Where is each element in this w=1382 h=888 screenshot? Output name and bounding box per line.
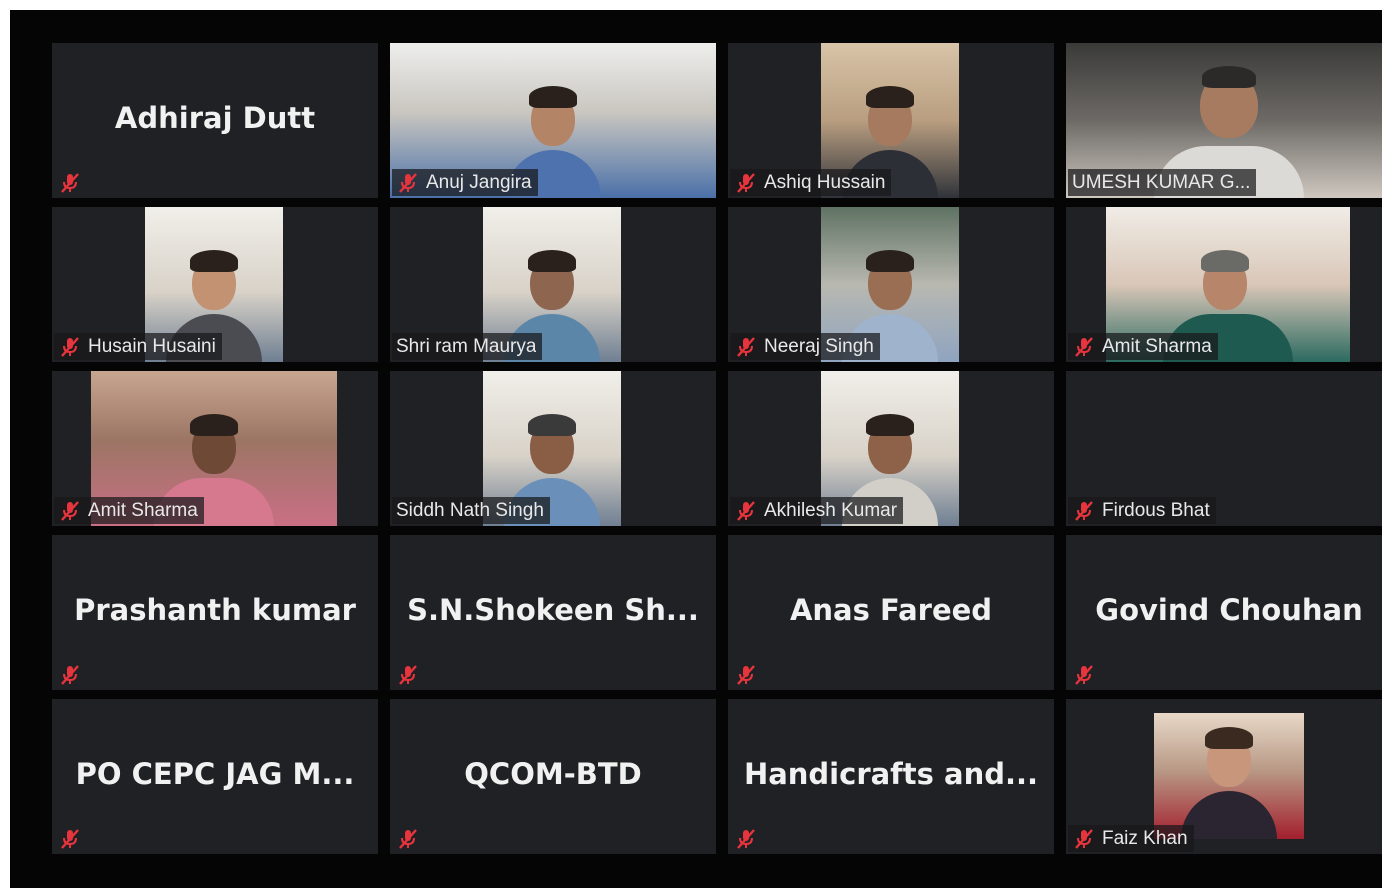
participant-tile[interactable]: Govind Chouhan [1066, 535, 1382, 690]
mic-muted-icon [399, 664, 417, 685]
participant-display-name: Prashanth kumar [74, 593, 356, 627]
participant-tile[interactable]: S.N.Shokeen Sh... [390, 535, 716, 690]
participant-name: Siddh Nath Singh [396, 499, 544, 521]
participant-tile[interactable]: Shri ram Maurya [390, 207, 716, 362]
participant-tile[interactable]: Neeraj Singh [728, 207, 1054, 362]
participant-name: Husain Husaini [88, 335, 216, 357]
mic-muted-icon [737, 500, 755, 521]
participant-tile[interactable]: Akhilesh Kumar [728, 371, 1054, 526]
participant-label [392, 661, 426, 688]
mic-muted-icon [737, 828, 755, 849]
mic-muted-icon [61, 500, 79, 521]
participant-label: UMESH KUMAR G... [1068, 169, 1257, 196]
participant-label: Neeraj Singh [730, 333, 880, 360]
mic-muted-icon [1075, 664, 1093, 685]
mic-muted-icon [1075, 828, 1093, 849]
participant-tile[interactable]: Handicrafts and... [728, 699, 1054, 854]
participant-tile[interactable]: Amit Sharma [1066, 207, 1382, 362]
participant-label: Firdous Bhat [1068, 497, 1216, 524]
participant-label: Faiz Khan [1068, 825, 1194, 852]
participant-figure [1181, 719, 1277, 839]
participant-tile[interactable]: Prashanth kumar [52, 535, 378, 690]
participant-display-name: Govind Chouhan [1095, 593, 1363, 627]
participant-name: Amit Sharma [1102, 335, 1212, 357]
participant-tile[interactable]: Husain Husaini [52, 207, 378, 362]
participant-name: Shri ram Maurya [396, 335, 537, 357]
gallery-view: Adhiraj Dutt Anuj Jangira Ashiq Hussain [52, 43, 1382, 854]
participant-name: Amit Sharma [88, 499, 198, 521]
participant-display-name: Handicrafts and... [743, 757, 1039, 791]
participant-display-name: Anas Fareed [789, 593, 993, 627]
mic-muted-icon [61, 828, 79, 849]
mic-muted-icon [61, 336, 79, 357]
mic-muted-icon [737, 336, 755, 357]
participant-tile[interactable]: Adhiraj Dutt [52, 43, 378, 198]
participant-label: Akhilesh Kumar [730, 497, 904, 524]
participant-name: UMESH KUMAR G... [1072, 171, 1251, 193]
participant-display-name: QCOM-BTD [464, 757, 642, 791]
participant-label: Shri ram Maurya [392, 333, 543, 360]
participant-tile[interactable]: Amit Sharma [52, 371, 378, 526]
participant-name: Anuj Jangira [426, 171, 532, 193]
participant-tile[interactable]: Anas Fareed [728, 535, 1054, 690]
participant-label: Siddh Nath Singh [392, 497, 550, 524]
participant-tile[interactable]: Ashiq Hussain [728, 43, 1054, 198]
participant-label [54, 661, 88, 688]
participant-tile[interactable]: Firdous Bhat [1066, 371, 1382, 526]
participant-label [392, 825, 426, 852]
participant-label: Amit Sharma [54, 497, 204, 524]
participant-name: Neeraj Singh [764, 335, 874, 357]
participant-display-name: Adhiraj Dutt [114, 101, 316, 135]
participant-label: Anuj Jangira [392, 169, 538, 196]
participant-display-name: PO CEPC JAG M... [75, 757, 355, 791]
participant-label [1068, 661, 1102, 688]
mic-muted-icon [61, 664, 79, 685]
participant-label [730, 825, 764, 852]
participant-tile[interactable]: PO CEPC JAG M... [52, 699, 378, 854]
participant-name: Ashiq Hussain [764, 171, 886, 193]
mic-muted-icon [61, 172, 79, 193]
participant-name: Firdous Bhat [1102, 499, 1210, 521]
mic-muted-icon [399, 172, 417, 193]
participant-tile[interactable]: Faiz Khan [1066, 699, 1382, 854]
participant-name: Faiz Khan [1102, 827, 1188, 849]
mic-muted-icon [737, 172, 755, 193]
participant-tile[interactable]: UMESH KUMAR G... [1066, 43, 1382, 198]
participant-tile[interactable]: Anuj Jangira [390, 43, 716, 198]
participant-video [1154, 713, 1304, 839]
mic-muted-icon [399, 828, 417, 849]
mic-muted-icon [737, 664, 755, 685]
meeting-screen: Adhiraj Dutt Anuj Jangira Ashiq Hussain [10, 10, 1382, 888]
participant-tile[interactable]: QCOM-BTD [390, 699, 716, 854]
participant-tile[interactable]: Siddh Nath Singh [390, 371, 716, 526]
participant-label: Amit Sharma [1068, 333, 1218, 360]
participant-name: Akhilesh Kumar [764, 499, 898, 521]
participant-display-name: S.N.Shokeen Sh... [407, 593, 699, 627]
participant-label: Ashiq Hussain [730, 169, 892, 196]
mic-muted-icon [1075, 336, 1093, 357]
participant-label [730, 661, 764, 688]
participant-label [54, 825, 88, 852]
participant-label: Husain Husaini [54, 333, 222, 360]
participant-label [54, 169, 88, 196]
mic-muted-icon [1075, 500, 1093, 521]
